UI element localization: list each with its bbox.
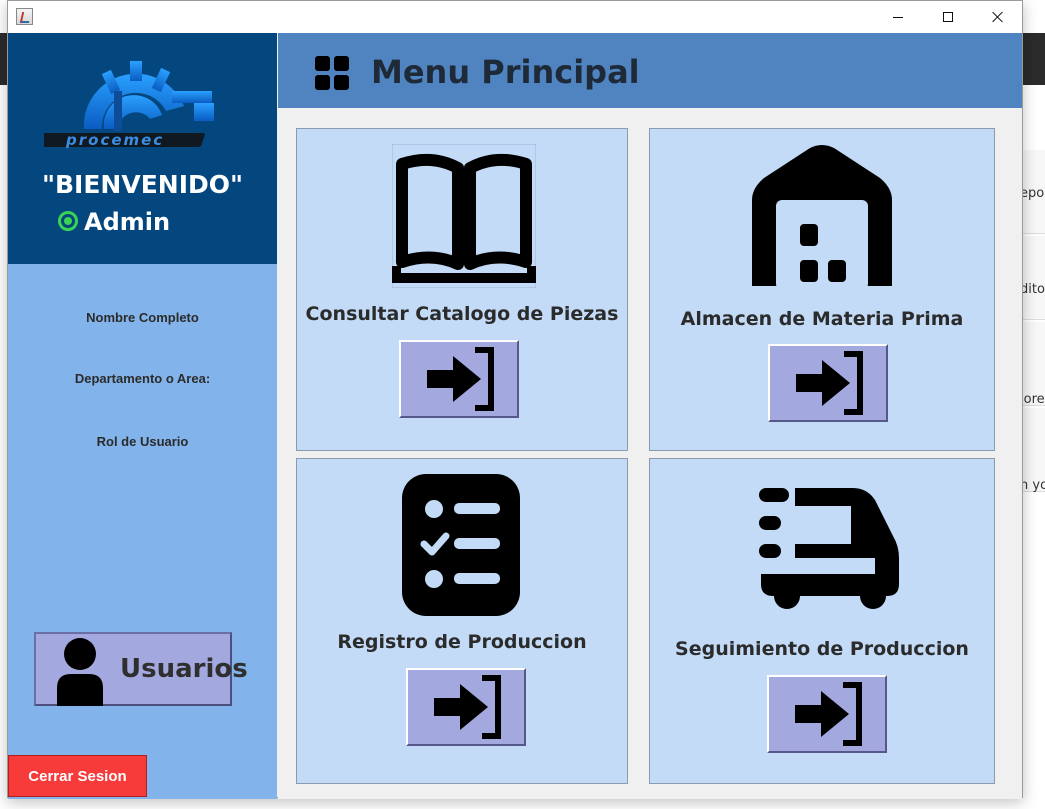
menu-card-label: Seguimiento de Produccion <box>675 638 969 660</box>
department-label: Departamento o Area: <box>74 371 211 386</box>
background-text: dito <box>1020 282 1045 297</box>
page-title: Menu Principal <box>371 53 640 91</box>
warehouse-icon <box>752 145 892 288</box>
online-status-icon <box>58 211 78 231</box>
role-label: Rol de Usuario <box>96 434 189 449</box>
maximize-button[interactable] <box>923 1 973 33</box>
delivery-truck-icon <box>759 488 899 609</box>
menu-card-label: Registro de Produccion <box>337 631 587 653</box>
login-arrow-icon <box>796 351 863 415</box>
open-production-log-button[interactable] <box>406 668 526 746</box>
menu-card-label: Consultar Catalogo de Piezas <box>305 303 619 325</box>
open-production-tracking-button[interactable] <box>767 675 887 753</box>
open-warehouse-button[interactable] <box>768 344 888 422</box>
checklist-icon <box>402 474 520 616</box>
procemec-logo: procemec <box>44 61 214 149</box>
menu-card-production-tracking: Seguimiento de Produccion <box>649 458 995 784</box>
maximize-icon <box>943 12 953 22</box>
sidebar: procemec "BIENVENIDO" Admin Nombre Compl… <box>8 33 277 799</box>
login-arrow-icon <box>795 682 862 746</box>
book-icon <box>392 144 536 288</box>
menu-card-catalog: Consultar Catalogo de Piezas <box>296 128 628 451</box>
menu-card-production-log: Registro de Produccion <box>296 458 628 784</box>
user-icon <box>57 638 103 706</box>
close-icon <box>992 11 1004 23</box>
full-name-label: Nombre Completo <box>86 310 199 325</box>
welcome-text: "BIENVENIDO" <box>41 170 244 199</box>
app-window: procemec "BIENVENIDO" Admin Nombre Compl… <box>7 0 1023 799</box>
background-text: lore <box>1020 392 1045 407</box>
sidebar-header: procemec "BIENVENIDO" Admin <box>8 33 277 264</box>
minimize-icon <box>893 16 903 18</box>
background-text: n yo <box>1020 478 1045 493</box>
users-button[interactable]: Usuarios <box>34 632 248 706</box>
grid-icon <box>315 56 349 90</box>
java-app-icon[interactable] <box>16 8 33 25</box>
background-text: epo <box>1020 186 1045 201</box>
close-button[interactable] <box>973 1 1023 33</box>
menu-card-label: Almacen de Materia Prima <box>680 308 964 330</box>
menu-area: Consultar Catalogo de Piezas Almacen de … <box>278 108 1022 799</box>
minimize-button[interactable] <box>873 1 923 33</box>
open-catalog-button[interactable] <box>399 340 519 418</box>
main-header: Menu Principal <box>278 33 1022 108</box>
login-arrow-icon <box>434 675 501 739</box>
menu-card-warehouse: Almacen de Materia Prima <box>649 128 995 451</box>
svg-text:procemec: procemec <box>65 131 164 149</box>
users-button-label: Usuarios <box>120 654 248 684</box>
title-bar[interactable] <box>8 1 1022 33</box>
login-arrow-icon <box>427 347 494 411</box>
user-name: Admin <box>84 208 171 236</box>
logout-button[interactable]: Cerrar Sesion <box>8 755 147 797</box>
